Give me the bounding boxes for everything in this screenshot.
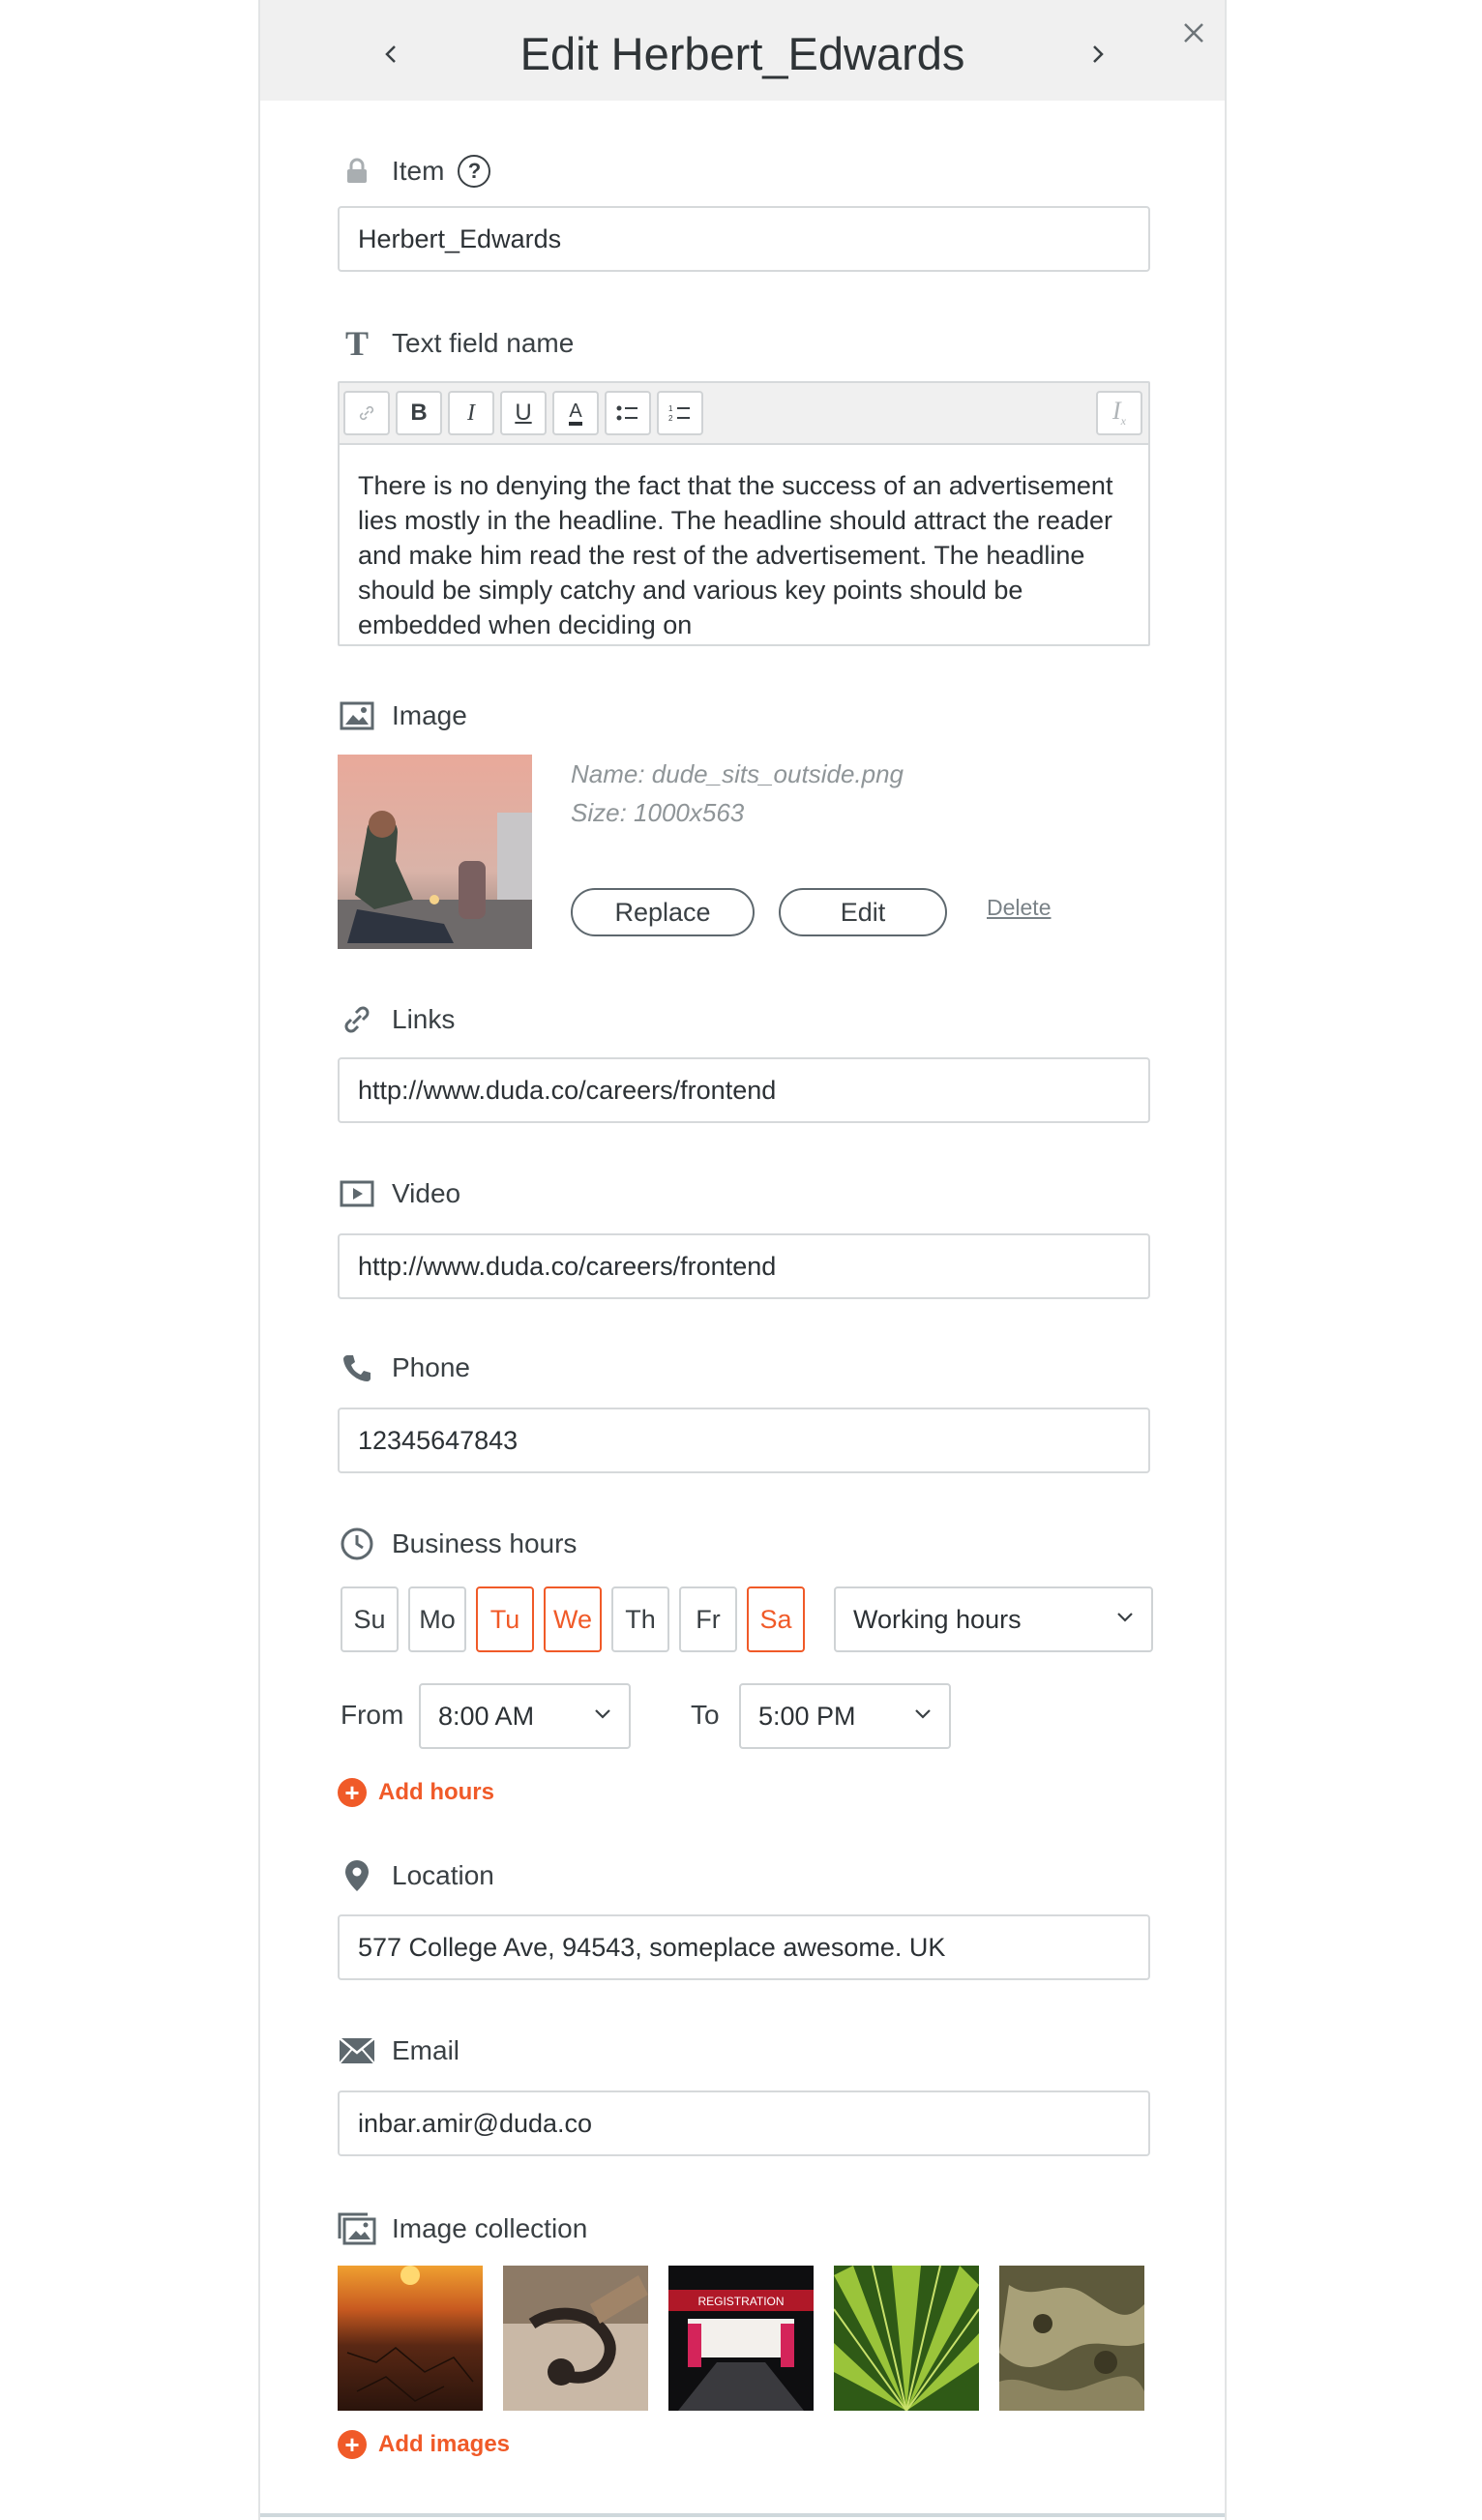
item-name-input[interactable]: Herbert_Edwards: [338, 206, 1150, 272]
day-toggle-we[interactable]: We: [544, 1586, 602, 1652]
close-icon[interactable]: [1176, 15, 1211, 50]
to-time-value: 5:00 PM: [758, 1701, 856, 1731]
collection-image-2[interactable]: [503, 2266, 648, 2411]
lock-icon: [338, 152, 376, 191]
collection-image-5[interactable]: [999, 2266, 1144, 2411]
phone-icon: [338, 1349, 376, 1387]
image-file-size: Size: 1000x563: [571, 798, 745, 827]
bullet-list-icon: [616, 405, 637, 421]
text-field-label-row: T Text field name: [338, 324, 574, 363]
location-input[interactable]: 577 College Ave, 94543, someplace awesom…: [338, 1914, 1150, 1980]
bullet-list-button[interactable]: [605, 391, 651, 435]
from-label: From: [341, 1700, 404, 1730]
link-icon: [338, 1000, 376, 1039]
add-hours-link[interactable]: + Add hours: [338, 1778, 494, 1807]
links-label-row: Links: [338, 1000, 455, 1039]
svg-text:2: 2: [668, 414, 673, 423]
image-label-row: Image: [338, 697, 467, 735]
video-label: Video: [392, 1178, 461, 1208]
text-color-icon: A: [569, 400, 582, 426]
email-label: Email: [392, 2035, 460, 2065]
from-time-select[interactable]: 8:00 AM: [419, 1683, 631, 1749]
add-images-link[interactable]: + Add images: [338, 2430, 510, 2459]
numbered-list-button[interactable]: 12: [657, 391, 703, 435]
panel-header: Edit Herbert_Edwards: [260, 0, 1225, 101]
text-field-label: Text field name: [392, 328, 575, 358]
link-icon: [359, 405, 374, 421]
day-toggle-th[interactable]: Th: [611, 1586, 669, 1652]
numbered-list-icon: 12: [668, 404, 690, 423]
business-hours-label: Business hours: [392, 1528, 578, 1558]
add-images-label: Add images: [378, 2431, 511, 2457]
underline-button[interactable]: U: [500, 391, 547, 435]
replace-image-button[interactable]: Replace: [571, 888, 755, 936]
collection-image-1[interactable]: [338, 2266, 483, 2411]
help-icon[interactable]: ?: [458, 155, 491, 188]
location-label-row: Location: [338, 1856, 494, 1895]
image-collection-label: Image collection: [392, 2213, 588, 2243]
business-hours-label-row: Business hours: [338, 1525, 577, 1563]
plus-circle-icon: +: [338, 2430, 367, 2459]
image-thumbnail[interactable]: [338, 755, 532, 949]
to-label: To: [691, 1700, 720, 1730]
rich-text-editor: B I U A 12 Ix There is no denying the fa…: [338, 381, 1150, 646]
map-pin-icon: [338, 1856, 376, 1895]
item-label: Item: [392, 156, 445, 186]
video-input[interactable]: http://www.duda.co/careers/frontend: [338, 1233, 1150, 1299]
clock-icon: [338, 1525, 376, 1563]
plus-circle-icon: +: [338, 1778, 367, 1807]
image-icon: [338, 697, 376, 735]
collection-image-3[interactable]: REGISTRATION: [668, 2266, 814, 2411]
chevron-down-icon: [1117, 1613, 1133, 1622]
collection-image-4[interactable]: [834, 2266, 979, 2411]
image-label: Image: [392, 700, 467, 730]
svg-text:REGISTRATION: REGISTRATION: [697, 2295, 784, 2308]
video-icon: [338, 1174, 376, 1213]
image-file-name: Name: dude_sits_outside.png: [571, 759, 904, 788]
links-label: Links: [392, 1004, 456, 1034]
from-time-value: 8:00 AM: [438, 1701, 535, 1731]
day-toggle-su[interactable]: Su: [341, 1586, 399, 1652]
video-label-row: Video: [338, 1174, 460, 1213]
clear-formatting-button[interactable]: Ix: [1096, 391, 1142, 435]
hours-mode-value: Working hours: [853, 1604, 1022, 1634]
image-collection-label-row: Image collection: [338, 2209, 587, 2248]
rich-text-content[interactable]: There is no denying the fact that the su…: [340, 445, 1148, 642]
delete-image-link[interactable]: Delete: [987, 895, 1051, 921]
envelope-icon: [338, 2031, 376, 2070]
panel-bottom-divider: [260, 2513, 1225, 2517]
edit-item-panel: Edit Herbert_Edwards Item ? Herbert_Edwa…: [258, 0, 1227, 2520]
chevron-right-icon: [1093, 45, 1104, 63]
email-input[interactable]: inbar.amir@duda.co: [338, 2090, 1150, 2156]
edit-image-button[interactable]: Edit: [779, 888, 947, 936]
email-label-row: Email: [338, 2031, 459, 2070]
day-toggle-mo[interactable]: Mo: [408, 1586, 466, 1652]
add-hours-label: Add hours: [378, 1779, 494, 1805]
phone-input[interactable]: 12345647843: [338, 1408, 1150, 1473]
hours-mode-select[interactable]: Working hours: [834, 1586, 1153, 1652]
bold-button[interactable]: B: [396, 391, 442, 435]
italic-button[interactable]: I: [448, 391, 494, 435]
day-toggle-sa[interactable]: Sa: [747, 1586, 805, 1652]
clear-formatting-icon: Ix: [1112, 397, 1126, 429]
phone-label: Phone: [392, 1352, 470, 1382]
image-gallery-icon: [338, 2209, 376, 2248]
text-color-button[interactable]: A: [552, 391, 599, 435]
rich-text-toolbar: B I U A 12 Ix: [340, 383, 1148, 445]
links-input[interactable]: http://www.duda.co/careers/frontend: [338, 1057, 1150, 1123]
day-toggle-fr[interactable]: Fr: [679, 1586, 737, 1652]
text-type-icon: T: [344, 324, 369, 363]
next-item-button[interactable]: [1079, 35, 1117, 74]
day-toggle-tu[interactable]: Tu: [476, 1586, 534, 1652]
phone-label-row: Phone: [338, 1349, 470, 1387]
chevron-down-icon: [915, 1709, 931, 1719]
chevron-down-icon: [595, 1709, 610, 1719]
location-label: Location: [392, 1860, 494, 1890]
to-time-select[interactable]: 5:00 PM: [739, 1683, 951, 1749]
link-button[interactable]: [343, 391, 390, 435]
svg-text:1: 1: [668, 404, 673, 413]
item-label-row: Item ?: [338, 152, 491, 191]
